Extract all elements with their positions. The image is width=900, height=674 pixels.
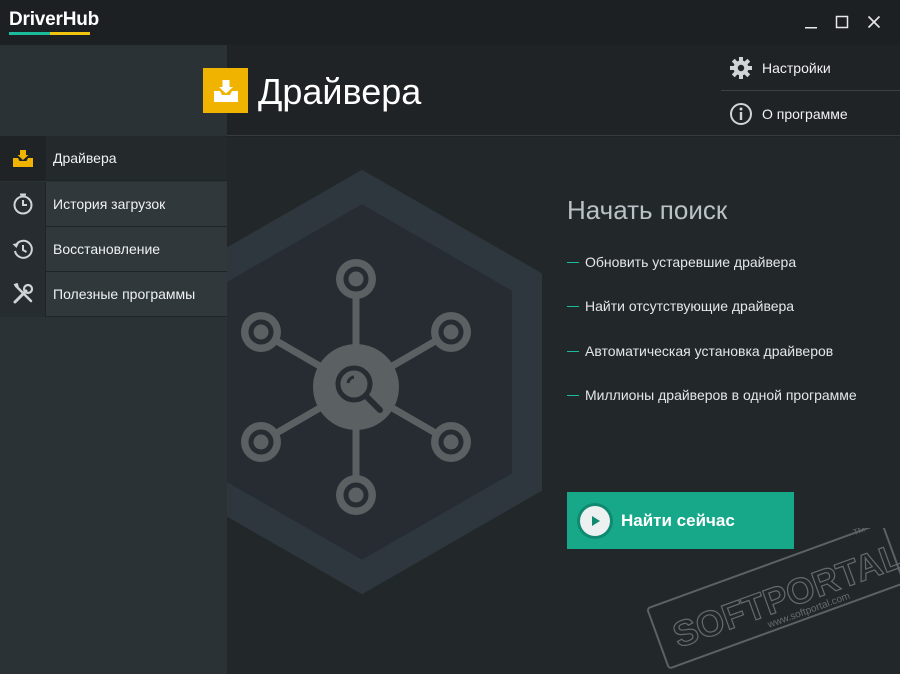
settings-link[interactable]: Настройки xyxy=(721,45,900,90)
sidebar-item-label: Драйвера xyxy=(53,150,117,166)
search-hub xyxy=(313,344,399,430)
svg-text:TM: TM xyxy=(852,528,866,537)
maximize-icon xyxy=(835,15,849,29)
page-title: Драйвера xyxy=(258,71,422,112)
gear-icon xyxy=(721,56,761,80)
about-label: О программе xyxy=(762,105,848,122)
sidebar-top-spacer xyxy=(0,45,227,136)
minimize-icon xyxy=(805,27,817,29)
about-link[interactable]: О программе xyxy=(721,91,900,136)
sidebar-item-label: История загрузок xyxy=(53,196,166,212)
sidebar-item-restore[interactable]: Восстановление xyxy=(0,226,227,272)
history-icon xyxy=(0,226,46,272)
page-header: Драйвера Настройки О программе xyxy=(203,45,900,136)
info-icon xyxy=(721,102,761,126)
sidebar-item-label: Полезные программы xyxy=(53,286,196,302)
sidebar: Драйвера История загрузок Восстановление xyxy=(0,45,227,674)
app-logo: DriverHub xyxy=(9,9,100,30)
driver-tray-icon xyxy=(0,135,46,181)
softportal-watermark: SOFTPORTAL www.softportal.com TM xyxy=(646,528,900,669)
close-icon xyxy=(867,15,881,29)
driver-tray-icon xyxy=(203,68,248,113)
sidebar-item-drivers[interactable]: Драйвера xyxy=(0,135,227,181)
feature-item: Найти отсутствующие драйвера xyxy=(567,298,794,314)
sidebar-item-useful-programs[interactable]: Полезные программы xyxy=(0,271,227,317)
feature-item: Обновить устаревшие драйвера xyxy=(567,254,796,270)
logo-underline xyxy=(9,32,90,35)
sidebar-item-label: Восстановление xyxy=(53,241,161,257)
title-bar: DriverHub xyxy=(0,0,900,45)
tools-icon xyxy=(0,271,46,317)
feature-item: Миллионы драйверов в одной программе xyxy=(567,387,857,403)
svg-text:SOFTPORTAL: SOFTPORTAL xyxy=(667,535,900,656)
sidebar-item-download-history[interactable]: История загрузок xyxy=(0,181,227,227)
start-search-title: Начать поиск xyxy=(567,195,728,225)
clock-icon xyxy=(0,181,46,227)
close-button[interactable] xyxy=(862,10,886,34)
minimize-button[interactable] xyxy=(799,10,823,34)
settings-label: Настройки xyxy=(762,59,831,76)
feature-item: Автоматическая установка драйверов xyxy=(567,343,833,359)
play-icon xyxy=(577,502,613,539)
maximize-button[interactable] xyxy=(830,10,854,34)
driver-network-illustration xyxy=(227,169,542,595)
